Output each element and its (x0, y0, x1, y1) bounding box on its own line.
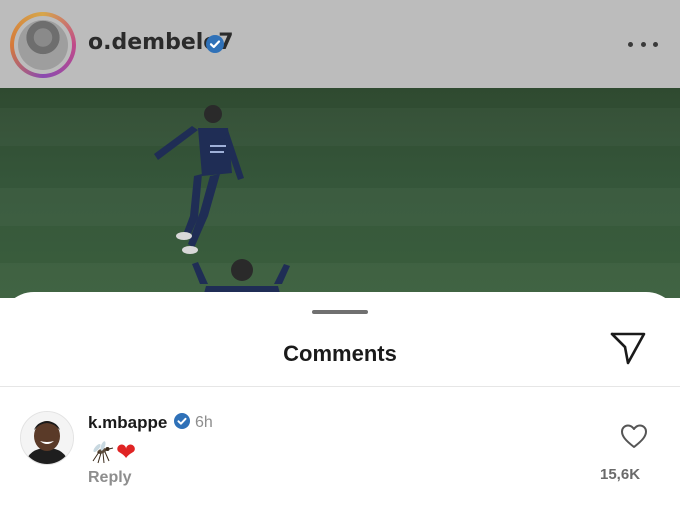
heart-outline-icon[interactable] (620, 423, 648, 449)
comment-username[interactable]: k.mbappe (88, 413, 167, 433)
share-icon[interactable] (608, 330, 648, 366)
mosquito-icon (92, 441, 114, 464)
comment-avatar[interactable] (20, 411, 74, 465)
more-options-icon[interactable] (628, 34, 658, 54)
sheet-title: Comments (283, 341, 397, 366)
like-count: 15,6K (600, 466, 641, 483)
comment-item: k.mbappe 6h ❤ Reply 15,6K (0, 387, 680, 515)
comments-sheet: Comments k.mbappe 6h ❤ Reply 15,6K (0, 292, 680, 515)
post-author-avatar[interactable] (10, 12, 76, 78)
comment-timestamp: 6h (195, 414, 213, 431)
sheet-grabber-handle[interactable] (312, 310, 368, 314)
verified-icon (206, 35, 224, 53)
avatar-photo (18, 20, 68, 70)
verified-icon (174, 413, 190, 429)
player-figure (154, 105, 244, 254)
post-image (0, 88, 680, 301)
heart-emoji: ❤ (116, 438, 137, 466)
comment-text: ❤ (88, 439, 136, 465)
reply-button[interactable]: Reply (88, 469, 132, 487)
post-header: o.dembele7 (0, 0, 680, 88)
